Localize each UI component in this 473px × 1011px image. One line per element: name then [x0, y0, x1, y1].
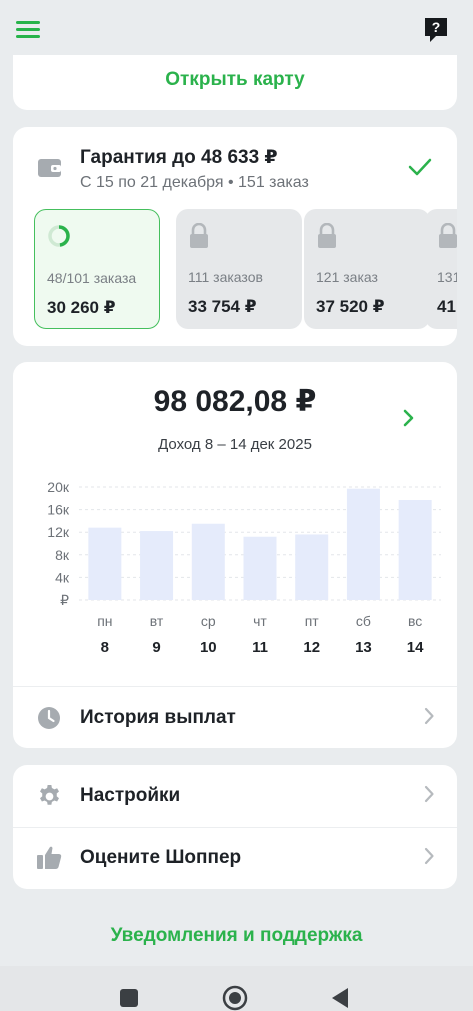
- home-icon[interactable]: [222, 985, 248, 1011]
- x-date-label: 11: [252, 639, 268, 656]
- guarantee-subtitle: С 15 по 21 декабря • 151 заказ: [80, 174, 309, 191]
- tier-count: 111 заказов: [188, 269, 263, 285]
- x-date-label: 14: [407, 639, 424, 656]
- back-icon[interactable]: [330, 987, 350, 1009]
- chart-bar[interactable]: [346, 488, 380, 600]
- settings-label: Настройки: [80, 785, 181, 806]
- y-tick-label: 12к: [47, 524, 70, 540]
- gear-icon: [40, 785, 59, 805]
- x-day-label: пн: [97, 613, 112, 629]
- income-amount: 98 082,08 ₽: [153, 385, 317, 418]
- x-date-label: 12: [303, 639, 320, 656]
- wallet-icon: [38, 159, 61, 177]
- x-day-label: вс: [408, 613, 422, 629]
- rate-row[interactable]: Оцените Шоппер: [13, 827, 457, 889]
- x-date-label: 10: [200, 639, 217, 656]
- rate-label: Оцените Шоппер: [80, 847, 242, 868]
- tier-count: 131: [437, 269, 457, 285]
- x-date-label: 9: [152, 639, 160, 656]
- y-tick-label: ₽: [60, 592, 69, 608]
- chevron-right-icon[interactable]: [402, 409, 416, 427]
- chart-bar[interactable]: [88, 527, 122, 600]
- chart-bar[interactable]: [191, 523, 225, 600]
- y-tick-label: 8к: [55, 547, 70, 563]
- system-nav-bar: [0, 966, 473, 1011]
- settings-row[interactable]: Настройки: [13, 765, 457, 827]
- guarantee-title: Гарантия до 48 633 ₽: [80, 147, 278, 168]
- x-day-label: чт: [253, 613, 267, 629]
- guarantee-card: Гарантия до 48 633 ₽ С 15 по 21 декабря …: [13, 127, 457, 346]
- x-day-label: вт: [150, 613, 164, 629]
- history-row[interactable]: История выплат: [13, 687, 457, 749]
- income-period: Доход 8 – 14 дек 2025: [158, 436, 312, 453]
- tier-amount: 37 520 ₽: [316, 297, 385, 316]
- y-tick-label: 20к: [47, 479, 70, 495]
- settings-card: Настройки Оцените Шоппер: [13, 765, 457, 889]
- chart-bar[interactable]: [243, 536, 277, 600]
- tier-card[interactable]: 131 41: [425, 209, 457, 329]
- support-link[interactable]: Уведомления и поддержка: [0, 925, 473, 947]
- history-label: История выплат: [80, 707, 236, 728]
- x-day-label: пт: [305, 613, 320, 629]
- chart-bar[interactable]: [398, 499, 432, 600]
- y-tick-label: 16к: [47, 502, 70, 518]
- question-chat-icon[interactable]: ?: [424, 17, 448, 43]
- lock-icon: [439, 223, 457, 248]
- tier-count: 121 заказ: [316, 269, 378, 285]
- x-day-label: ср: [201, 613, 216, 629]
- tier-amount: 41: [437, 297, 456, 316]
- tier-card[interactable]: 121 заказ 37 520 ₽: [304, 209, 430, 329]
- tier-amount: 33 754 ₽: [188, 297, 257, 316]
- tier-amount: 30 260 ₽: [47, 298, 116, 317]
- tier-card[interactable]: 48/101 заказа 30 260 ₽: [34, 209, 160, 329]
- income-bar-chart: 20к 16к 12к 8к 4к ₽ пн 8 вт 9 ср 10 чт 11 пт 12 сб 13 вс 14: [47, 479, 441, 656]
- y-tick-label: 4к: [55, 569, 70, 585]
- x-date-label: 13: [355, 639, 372, 656]
- lock-icon: [318, 223, 336, 248]
- open-map-link[interactable]: Открыть карту: [13, 69, 457, 91]
- chevron-right-icon: [424, 707, 434, 725]
- x-day-label: сб: [356, 613, 371, 629]
- lock-icon: [190, 223, 208, 248]
- chevron-right-icon: [424, 847, 434, 865]
- x-date-label: 8: [101, 639, 109, 656]
- map-card: Открыть карту: [13, 55, 457, 110]
- svg-text:?: ?: [432, 19, 441, 35]
- checkmark-icon: [408, 158, 432, 176]
- chart-bar[interactable]: [140, 531, 174, 600]
- clock-icon: [38, 707, 60, 729]
- income-card: 98 082,08 ₽ Доход 8 – 14 дек 2025 20к 16к…: [13, 362, 457, 748]
- thumbs-up-icon: [37, 846, 62, 869]
- recent-apps-icon[interactable]: [120, 989, 138, 1007]
- hamburger-icon[interactable]: [16, 21, 40, 39]
- tier-card[interactable]: 111 заказов 33 754 ₽: [176, 209, 302, 329]
- tier-count: 48/101 заказа: [47, 270, 137, 286]
- chevron-right-icon: [424, 785, 434, 803]
- chart-bar[interactable]: [295, 534, 329, 600]
- progress-ring-icon: [48, 225, 70, 247]
